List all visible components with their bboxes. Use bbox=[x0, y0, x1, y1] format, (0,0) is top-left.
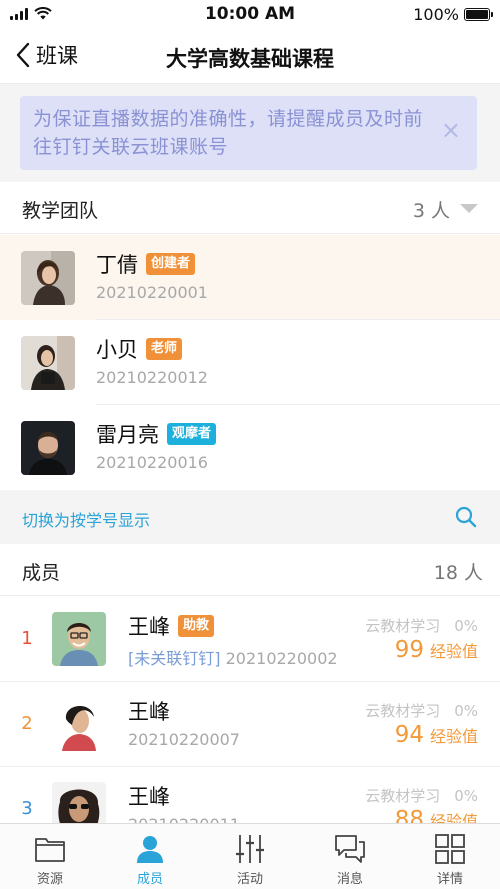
grid-icon bbox=[435, 834, 465, 864]
rank-number: 1 bbox=[21, 628, 33, 649]
tab-details[interactable]: 详情 bbox=[400, 824, 500, 889]
member-id: 20210220012 bbox=[96, 368, 208, 387]
experience-value: 94 bbox=[394, 722, 424, 748]
team-header[interactable]: 教学团队 3 人 bbox=[0, 182, 500, 234]
tab-label: 活动 bbox=[236, 872, 263, 887]
study-stat: 云教材学习 0% bbox=[365, 615, 478, 636]
member-row[interactable]: 2 王峰 20210220007 云教材学习 0% 94 经验值 bbox=[0, 682, 500, 767]
switch-bar: 切换为按学号显示 bbox=[0, 490, 500, 544]
member-name-line: 王峰 bbox=[128, 781, 170, 811]
status-right: 100% bbox=[413, 5, 493, 24]
notice-area: 为保证直播数据的准确性，请提醒成员及时前往钉钉关联云班课账号 × bbox=[0, 84, 500, 182]
team-title: 教学团队 bbox=[22, 200, 99, 222]
status-bar: 10:00 AM 100% bbox=[0, 0, 500, 30]
tab-activities[interactable]: 活动 bbox=[200, 824, 300, 889]
notice-text: 为保证直播数据的准确性，请提醒成员及时前往钉钉关联云班课账号 bbox=[33, 108, 424, 158]
nav-bar: 班课 大学高数基础课程 bbox=[0, 30, 500, 84]
tab-label: 成员 bbox=[136, 872, 163, 887]
app-screen: 10:00 AM 100% 班课 大学高数基础课程 为保证直播数据的准确性，请提… bbox=[0, 0, 500, 889]
experience: 94 经验值 bbox=[395, 722, 478, 748]
members-header: 成员 18 人 bbox=[0, 544, 500, 596]
role-badge: 创建者 bbox=[146, 253, 196, 275]
member-name: 小贝 bbox=[96, 338, 138, 362]
rank-number: 2 bbox=[21, 713, 33, 734]
chevron-left-icon bbox=[16, 42, 30, 68]
member-name-line: 雷月亮 观摩者 bbox=[96, 419, 217, 449]
member-name-line: 王峰 助教 bbox=[128, 611, 215, 641]
experience: 99 经验值 bbox=[395, 637, 478, 663]
member-name: 雷月亮 bbox=[96, 423, 159, 447]
team-member-row[interactable]: 小贝 老师 20210220012 bbox=[0, 320, 500, 405]
unlinked-dingtalk-link[interactable]: [未关联钉钉] bbox=[128, 649, 221, 668]
member-name: 丁倩 bbox=[96, 253, 138, 277]
member-id: 20210220016 bbox=[96, 453, 208, 472]
member-name: 王峰 bbox=[128, 615, 170, 639]
experience-unit: 经验值 bbox=[429, 727, 478, 746]
tab-label: 详情 bbox=[436, 872, 463, 887]
team-member-row[interactable]: 丁倩 创建者 20210220001 bbox=[0, 235, 500, 320]
team-member-row[interactable]: 雷月亮 观摩者 20210220016 bbox=[0, 405, 500, 490]
member-sub-line: 20210220007 bbox=[128, 730, 240, 749]
avatar bbox=[21, 251, 75, 305]
person-icon bbox=[137, 836, 163, 863]
folder-icon bbox=[35, 838, 65, 862]
stat-label: 云教材学习 bbox=[365, 702, 441, 720]
sliders-icon bbox=[236, 835, 264, 863]
battery-percent: 100% bbox=[413, 5, 459, 24]
member-name: 王峰 bbox=[128, 785, 170, 809]
role-badge: 观摩者 bbox=[167, 423, 217, 445]
member-name-line: 小贝 老师 bbox=[96, 334, 183, 364]
close-icon[interactable]: × bbox=[441, 118, 461, 142]
switch-display-mode-link[interactable]: 切换为按学号显示 bbox=[22, 507, 150, 531]
stat-label: 云教材学习 bbox=[365, 787, 441, 805]
tab-resources[interactable]: 资源 bbox=[0, 824, 100, 889]
study-stat: 云教材学习 0% bbox=[365, 700, 478, 721]
member-name: 王峰 bbox=[128, 700, 170, 724]
member-id: 20210220002 bbox=[225, 649, 338, 668]
role-badge: 老师 bbox=[146, 338, 183, 360]
back-label: 班课 bbox=[36, 44, 78, 68]
back-button[interactable]: 班课 bbox=[16, 40, 78, 70]
battery-icon bbox=[464, 8, 493, 21]
member-sub-line: [未关联钉钉] 20210220002 bbox=[128, 645, 338, 669]
members-title: 成员 bbox=[22, 562, 61, 584]
rank-number: 3 bbox=[21, 798, 33, 819]
role-badge: 助教 bbox=[178, 615, 215, 637]
members-count: 18 人 bbox=[433, 562, 483, 584]
experience-value: 99 bbox=[394, 637, 424, 663]
study-stat: 云教材学习 0% bbox=[365, 785, 478, 806]
avatar bbox=[21, 421, 75, 475]
member-row[interactable]: 1 王峰 助教 [未关联钉钉] 20210220002 云教材学习 0% 99 bbox=[0, 597, 500, 682]
chat-icon bbox=[335, 835, 365, 863]
avatar bbox=[52, 697, 106, 751]
team-count: 3 人 bbox=[412, 200, 450, 222]
member-name-line: 丁倩 创建者 bbox=[96, 249, 196, 279]
member-id: 20210220001 bbox=[96, 283, 208, 302]
caret-down-icon[interactable] bbox=[460, 204, 478, 213]
member-name-line: 王峰 bbox=[128, 696, 170, 726]
tab-label: 资源 bbox=[36, 872, 63, 887]
tab-bar: 资源 成员 活动 消息 详情 bbox=[0, 823, 500, 889]
experience-unit: 经验值 bbox=[429, 642, 478, 661]
stat-label: 云教材学习 bbox=[365, 617, 441, 635]
tab-messages[interactable]: 消息 bbox=[300, 824, 400, 889]
tab-label: 消息 bbox=[336, 872, 363, 887]
stat-percent: 0% bbox=[454, 617, 478, 635]
member-id: 20210220007 bbox=[128, 730, 240, 749]
avatar bbox=[21, 336, 75, 390]
notice-banner: 为保证直播数据的准确性，请提醒成员及时前往钉钉关联云班课账号 × bbox=[20, 96, 477, 170]
stat-percent: 0% bbox=[454, 702, 478, 720]
stat-percent: 0% bbox=[454, 787, 478, 805]
avatar bbox=[52, 612, 106, 666]
search-icon[interactable] bbox=[454, 505, 478, 529]
tab-members[interactable]: 成员 bbox=[100, 824, 200, 889]
